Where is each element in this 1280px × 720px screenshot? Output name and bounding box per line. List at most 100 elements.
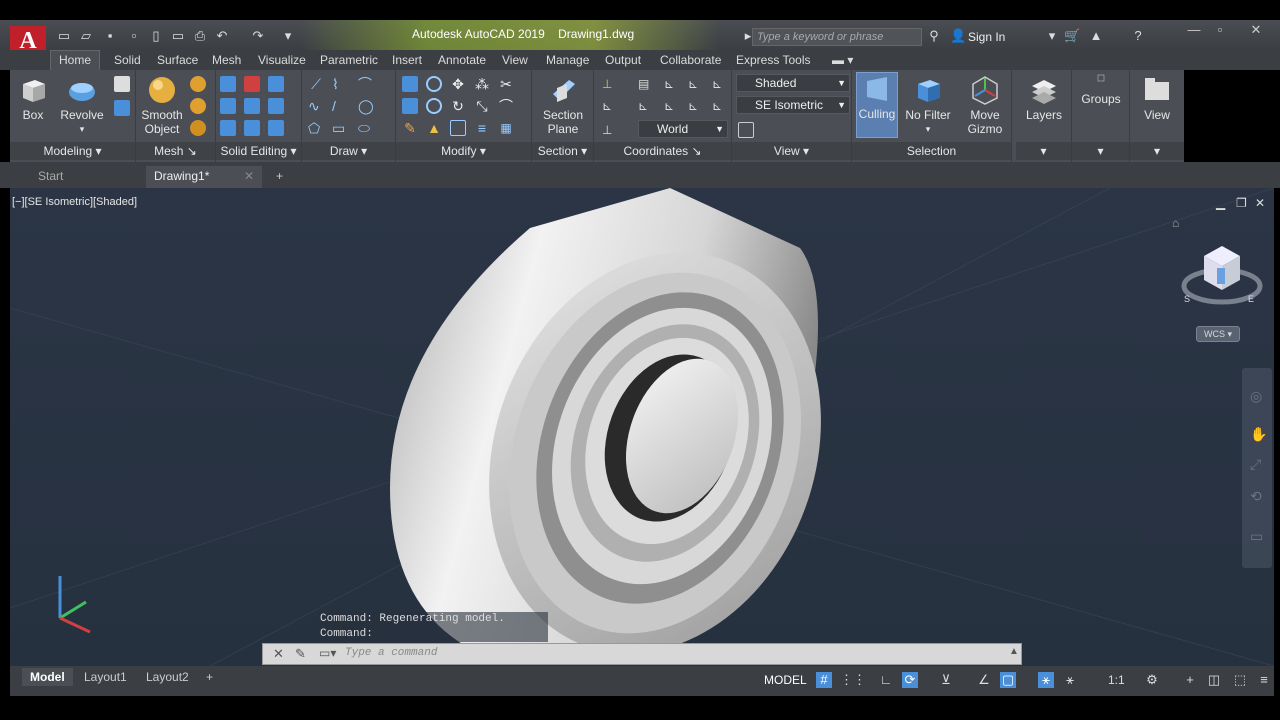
trim-icon[interactable]: ✂ xyxy=(498,76,514,92)
ucs-x-icon[interactable]: ⊾ xyxy=(712,98,728,114)
stretch-icon[interactable] xyxy=(450,120,466,136)
redo-icon[interactable]: ↷ xyxy=(250,28,266,44)
thicken-icon[interactable] xyxy=(220,120,236,136)
tab-manage[interactable]: Manage xyxy=(546,51,589,71)
mesh-refine-icon[interactable] xyxy=(190,120,206,136)
tab-visualize[interactable]: Visualize xyxy=(258,51,306,71)
copy-icon[interactable]: ≡ xyxy=(474,120,490,136)
polygon-icon[interactable]: ⬠ xyxy=(308,120,324,136)
ortho-icon[interactable]: ∟ xyxy=(878,672,894,688)
save-web-icon[interactable]: ▭ xyxy=(170,28,186,44)
mesh-smooth-more-icon[interactable] xyxy=(190,76,206,92)
model-space-button[interactable]: MODEL xyxy=(764,670,807,690)
add-layout-icon[interactable]: + xyxy=(198,668,221,686)
polyline-icon[interactable]: ⌇ xyxy=(332,76,348,92)
doc-tab-drawing[interactable]: Drawing1* ✕ xyxy=(146,166,262,188)
workspace-gear-icon[interactable]: ⚙ xyxy=(1144,672,1160,688)
tab-parametric[interactable]: Parametric xyxy=(320,51,378,71)
ucs-z-axis-icon[interactable]: ⊾ xyxy=(664,98,680,114)
tab-output[interactable]: Output xyxy=(605,51,641,71)
drawing-viewport[interactable] xyxy=(10,188,1274,666)
groups-button[interactable]: Groups xyxy=(1078,74,1124,106)
rotate-icon[interactable]: ↻ xyxy=(450,98,466,114)
fillet-icon[interactable]: ▲ xyxy=(426,120,442,136)
signin-dropdown-icon[interactable]: ▾ xyxy=(1044,28,1060,44)
no-filter-button[interactable]: No Filter ▾ xyxy=(902,74,954,136)
rectangle-icon[interactable]: ▭ xyxy=(332,120,348,136)
recent-commands-icon[interactable]: ▭▾ xyxy=(319,646,336,660)
3d-move-icon[interactable]: ⁂ xyxy=(474,76,490,92)
shell-icon[interactable] xyxy=(244,120,260,136)
visual-style-dropdown[interactable]: Shaded ▼ xyxy=(736,74,850,92)
interfere-icon[interactable] xyxy=(268,76,284,92)
polar-tracking-icon[interactable]: ⟳ xyxy=(902,672,918,688)
restore-window-button[interactable]: ▫ xyxy=(1208,22,1232,38)
object-snap-icon[interactable]: ▢ xyxy=(1000,672,1016,688)
close-command-icon[interactable]: ✕ xyxy=(273,646,284,662)
new-file-icon[interactable]: ▭ xyxy=(56,28,72,44)
annotation-visibility-icon[interactable]: ⚹ xyxy=(1038,672,1054,688)
ucs-view-icon[interactable]: ⊾ xyxy=(602,98,618,114)
separate-icon[interactable] xyxy=(268,120,284,136)
customize-command-icon[interactable]: ✎ xyxy=(295,646,306,662)
minimize-window-button[interactable]: — xyxy=(1182,22,1206,38)
snap-mode-icon[interactable]: ⋮⋮ xyxy=(840,672,866,688)
ucs-previous-icon[interactable]: ⊾ xyxy=(664,76,680,92)
grid-display-icon[interactable]: # xyxy=(816,672,832,688)
view-preset-dropdown[interactable]: SE Isometric ▼ xyxy=(736,96,850,114)
ucs-dropdown[interactable]: World ▼ xyxy=(638,120,728,138)
panel-view-expand[interactable]: ▾ xyxy=(1130,142,1184,160)
arc-icon[interactable]: ⌒ xyxy=(358,76,374,92)
box-button[interactable]: Box xyxy=(16,74,50,122)
3d-align-icon[interactable] xyxy=(426,98,442,114)
autoscale-icon[interactable]: ⚹ xyxy=(1062,672,1078,688)
annotation-monitor-icon[interactable]: + xyxy=(1182,672,1198,688)
save-as-icon[interactable]: ▫ xyxy=(126,28,142,44)
panel-title-draw[interactable]: Draw ▾ xyxy=(302,142,395,160)
panel-title-view[interactable]: View ▾ xyxy=(732,142,851,160)
tab-solid[interactable]: Solid xyxy=(114,51,141,71)
doc-tab-start[interactable]: Start xyxy=(30,166,140,188)
presspull-icon[interactable] xyxy=(114,100,130,116)
ucs-icon-properties-icon[interactable]: ⊥ xyxy=(602,122,618,138)
fillet-edge-icon[interactable] xyxy=(402,98,418,114)
plot-icon[interactable]: ⎙ xyxy=(192,28,208,44)
ucs-3point-icon[interactable]: ⊾ xyxy=(688,98,704,114)
close-window-button[interactable]: ✕ xyxy=(1244,22,1268,38)
panel-layers-expand[interactable]: ▾ xyxy=(1016,142,1071,160)
union-icon[interactable] xyxy=(220,76,236,92)
annotation-scale[interactable]: 1:1 xyxy=(1108,673,1125,687)
navigation-bar[interactable]: ◎ ✋ ⤢ ⟲ ▭ xyxy=(1242,368,1272,568)
panel-groups-expand[interactable]: ▾ xyxy=(1072,142,1129,160)
spline-icon[interactable]: ∿ xyxy=(308,98,324,114)
web-mobile-icon[interactable]: ▯ xyxy=(148,28,164,44)
ellipse-icon[interactable]: ⬭ xyxy=(358,120,374,136)
layers-button[interactable]: Layers xyxy=(1022,74,1066,122)
panel-title-mesh[interactable]: Mesh ↘ xyxy=(136,142,215,160)
tab-express-tools[interactable]: Express Tools xyxy=(736,51,810,71)
extrude-icon[interactable] xyxy=(114,76,130,92)
layout-tab-layout1[interactable]: Layout1 xyxy=(76,668,135,686)
move-icon[interactable]: ✥ xyxy=(450,76,466,92)
autodesk-a360-icon[interactable]: ▲ xyxy=(1088,28,1104,44)
tab-view[interactable]: View xyxy=(502,51,528,71)
viewport-controls-label[interactable]: [−][SE Isometric][Shaded] xyxy=(12,196,137,208)
intersect-icon[interactable] xyxy=(244,98,260,114)
3d-rotate-icon[interactable] xyxy=(426,76,442,92)
steering-wheel-icon[interactable]: ◎ xyxy=(1250,388,1262,405)
viewport-minimize-icon[interactable]: ▁ xyxy=(1216,196,1225,210)
move-gizmo-button[interactable]: Move Gizmo xyxy=(960,74,1010,136)
array-icon[interactable]: ▦ xyxy=(498,120,514,136)
mirror-icon[interactable] xyxy=(402,76,418,92)
layout-tab-layout2[interactable]: Layout2 xyxy=(138,668,197,686)
zoom-extents-icon[interactable]: ⤢ xyxy=(1250,456,1261,473)
qat-dropdown-icon[interactable]: ▾ xyxy=(280,28,296,44)
ray-icon[interactable]: / xyxy=(332,98,348,114)
erase-icon[interactable]: ✎ xyxy=(402,120,418,136)
clean-screen-icon[interactable]: ⬚ xyxy=(1232,672,1248,688)
command-history-toggle-icon[interactable]: ▲ xyxy=(1009,646,1019,657)
slice-icon[interactable] xyxy=(220,98,236,114)
ucs-icon[interactable]: ⊥ xyxy=(602,76,618,92)
ucs-world-icon[interactable]: ▤ xyxy=(638,76,654,92)
ribbon-minimize-icon[interactable]: ▬ ▾ xyxy=(832,51,853,71)
